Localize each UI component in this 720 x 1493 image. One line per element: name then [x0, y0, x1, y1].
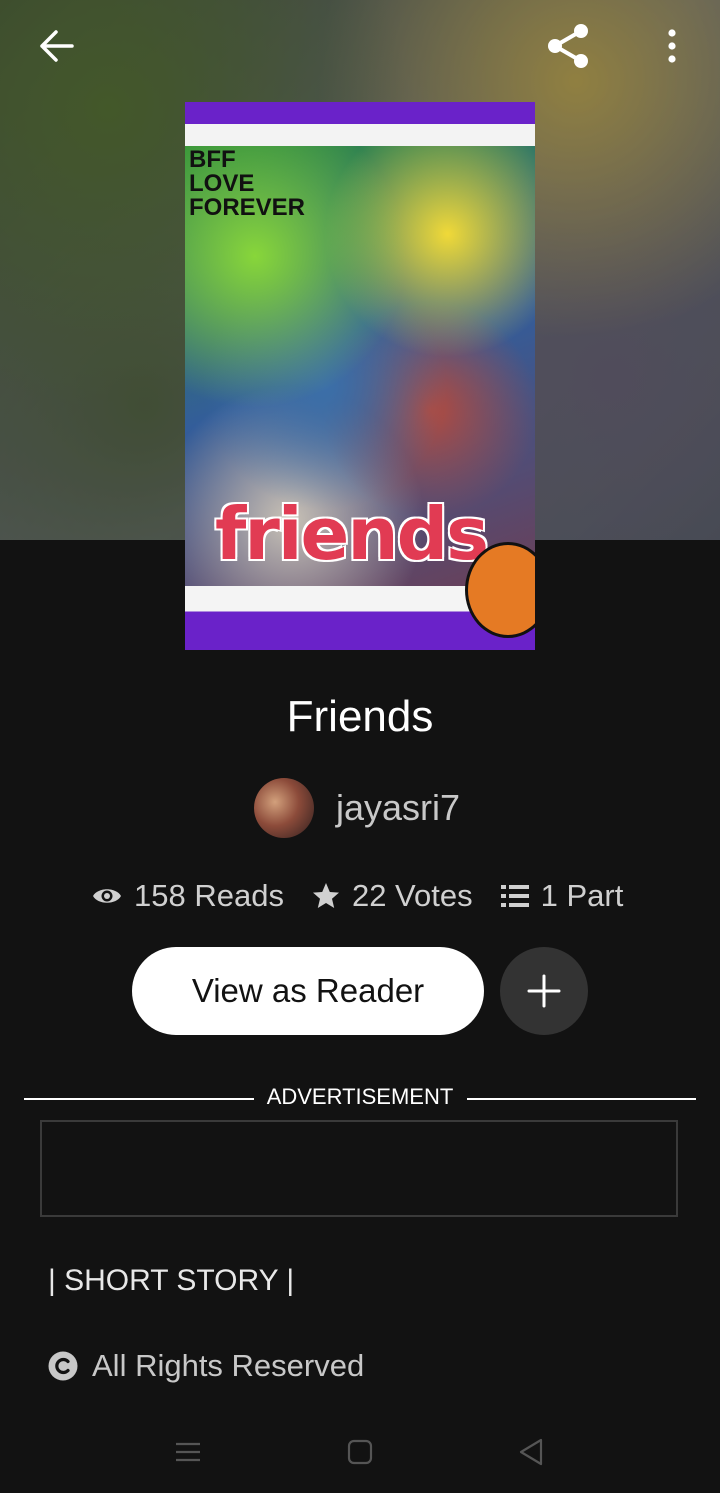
story-stats: 158 Reads 22 Votes 1 Part	[92, 870, 623, 922]
copyright-info: All Rights Reserved	[48, 1344, 364, 1388]
list-icon	[500, 885, 529, 907]
add-to-library-button[interactable]	[500, 947, 588, 1035]
system-nav-bar	[0, 1410, 720, 1493]
square-icon	[347, 1439, 373, 1465]
cover-title-art: friends	[215, 492, 489, 576]
system-back-button[interactable]	[509, 1430, 553, 1474]
eye-icon	[93, 889, 121, 903]
cover-tagline-art: BFF LOVE FOREVER	[189, 146, 306, 221]
parts-stat: 1 Part	[500, 878, 624, 914]
reads-stat: 158 Reads	[92, 878, 284, 914]
arrow-left-icon	[40, 30, 74, 62]
more-vertical-icon	[668, 29, 676, 63]
share-icon	[548, 24, 588, 68]
star-icon	[312, 883, 339, 908]
advertisement-label: ADVERTISEMENT	[266, 1084, 454, 1109]
reads-count: 158 Reads	[134, 878, 284, 913]
divider	[24, 1098, 254, 1100]
votes-stat: 22 Votes	[312, 878, 473, 914]
plus-icon	[527, 974, 561, 1008]
votes-count: 22 Votes	[351, 878, 473, 913]
story-cover-image: BFF LOVE FOREVER friends	[185, 102, 535, 650]
copyright-icon	[48, 1351, 78, 1381]
home-button[interactable]	[338, 1430, 382, 1474]
view-as-reader-button[interactable]: View as Reader	[132, 947, 484, 1035]
divider	[467, 1098, 696, 1100]
copyright-label: All Rights Reserved	[92, 1348, 365, 1383]
story-description: | SHORT STORY |	[48, 1264, 295, 1297]
triangle-back-icon	[519, 1438, 543, 1466]
author-link[interactable]: jayasri7	[254, 778, 460, 838]
back-button[interactable]	[30, 22, 82, 70]
author-avatar	[254, 778, 314, 838]
parts-count: 1 Part	[540, 878, 624, 913]
share-button[interactable]	[540, 20, 596, 72]
menu-icon	[176, 1442, 200, 1462]
author-name: jayasri7	[336, 787, 461, 828]
more-options-button[interactable]	[658, 22, 686, 70]
recents-button[interactable]	[166, 1430, 210, 1474]
advertisement-header: ADVERTISEMENT	[24, 1084, 696, 1116]
story-title: Friends	[286, 692, 434, 741]
advertisement-slot[interactable]	[40, 1120, 678, 1217]
